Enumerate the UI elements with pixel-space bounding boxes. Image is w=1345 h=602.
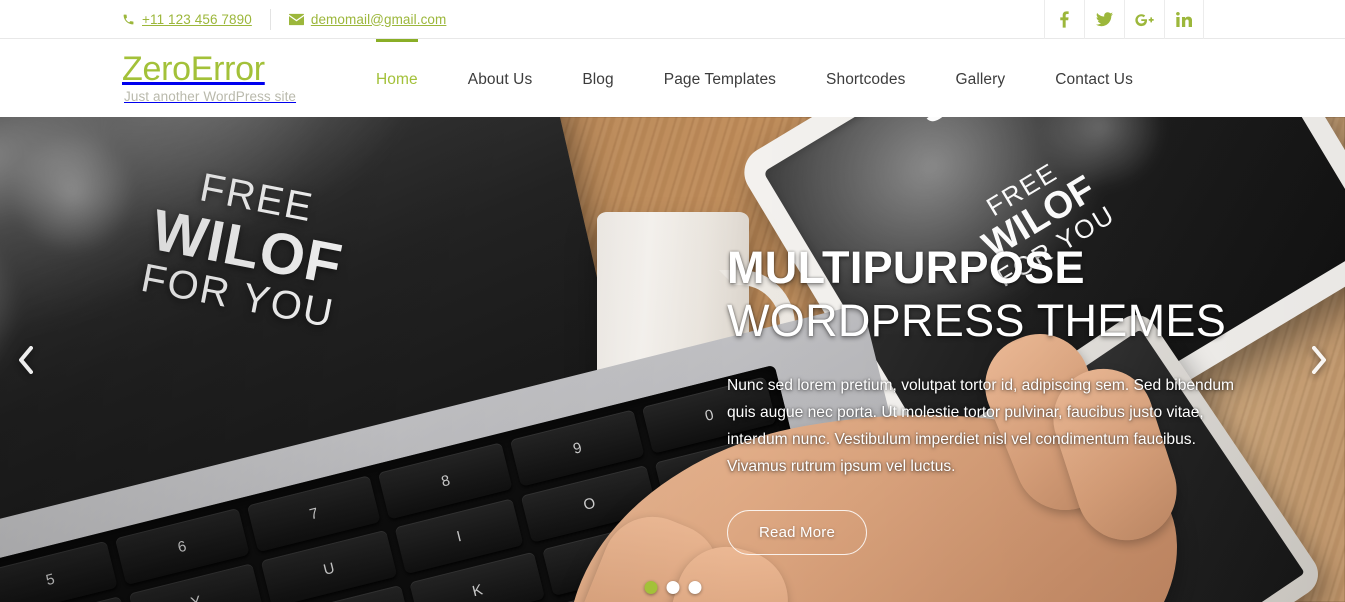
topbar-divider [269, 8, 271, 30]
keyboard-key: 5 [0, 540, 118, 602]
brand-name: ZeroError [122, 50, 265, 89]
nav-item-page-templates[interactable]: Page Templates [664, 39, 776, 117]
slider-prev-arrow[interactable] [6, 334, 46, 386]
phone-number: +11 123 456 7890 [142, 11, 252, 27]
brand-tagline: Just another WordPress site [124, 88, 297, 104]
hero-title-rest: WORDPRESS THEMES [727, 294, 1227, 346]
nav-item-home[interactable]: Home [376, 39, 418, 117]
slider-next-arrow[interactable] [1299, 334, 1339, 386]
slider-dot-1[interactable] [644, 581, 657, 594]
chevron-right-icon [1312, 345, 1326, 374]
hero-title-bold: MULTIPURPOSE [727, 242, 1085, 293]
top-bar-contact-group: +11 123 456 7890 demomail@gmail.com [0, 8, 447, 30]
site-header: ZeroError Just another WordPress site Ho… [0, 39, 1345, 117]
twitter-icon[interactable] [1084, 0, 1124, 39]
read-more-button[interactable]: Read More [727, 509, 868, 555]
site-logo[interactable]: ZeroError Just another WordPress site [0, 50, 360, 104]
main-navigation: Home About Us Blog Page Templates Shortc… [358, 39, 1158, 117]
linkedin-icon[interactable] [1164, 0, 1204, 39]
hero-slider: FREE WILOF FOR YOU SU HER FREE WILOF FOR… [0, 117, 1345, 602]
chevron-left-icon [19, 345, 33, 374]
social-links [1044, 0, 1204, 39]
hero-title: MULTIPURPOSE WORDPRESS THEMES [727, 242, 1257, 347]
slider-dot-3[interactable] [688, 581, 701, 594]
nav-item-about-us[interactable]: About Us [468, 39, 533, 117]
nav-item-gallery[interactable]: Gallery [955, 39, 1005, 117]
facebook-icon[interactable] [1044, 0, 1084, 39]
hero-content: MULTIPURPOSE WORDPRESS THEMES Nunc sed l… [727, 242, 1257, 555]
envelope-icon [288, 13, 304, 26]
phone-icon [122, 13, 135, 26]
nav-item-contact-us[interactable]: Contact Us [1055, 39, 1133, 117]
email-link[interactable]: demomail@gmail.com [288, 11, 447, 27]
slider-dot-2[interactable] [666, 581, 679, 594]
nav-item-shortcodes[interactable]: Shortcodes [826, 39, 905, 117]
nav-item-blog[interactable]: Blog [582, 39, 613, 117]
top-bar: +11 123 456 7890 demomail@gmail.com [0, 0, 1345, 39]
email-address: demomail@gmail.com [310, 11, 447, 27]
google-plus-icon[interactable] [1124, 0, 1164, 39]
phone-link[interactable]: +11 123 456 7890 [122, 12, 252, 27]
slider-pagination [644, 581, 701, 594]
hero-description: Nunc sed lorem pretium, volutpat tortor … [727, 377, 1235, 475]
